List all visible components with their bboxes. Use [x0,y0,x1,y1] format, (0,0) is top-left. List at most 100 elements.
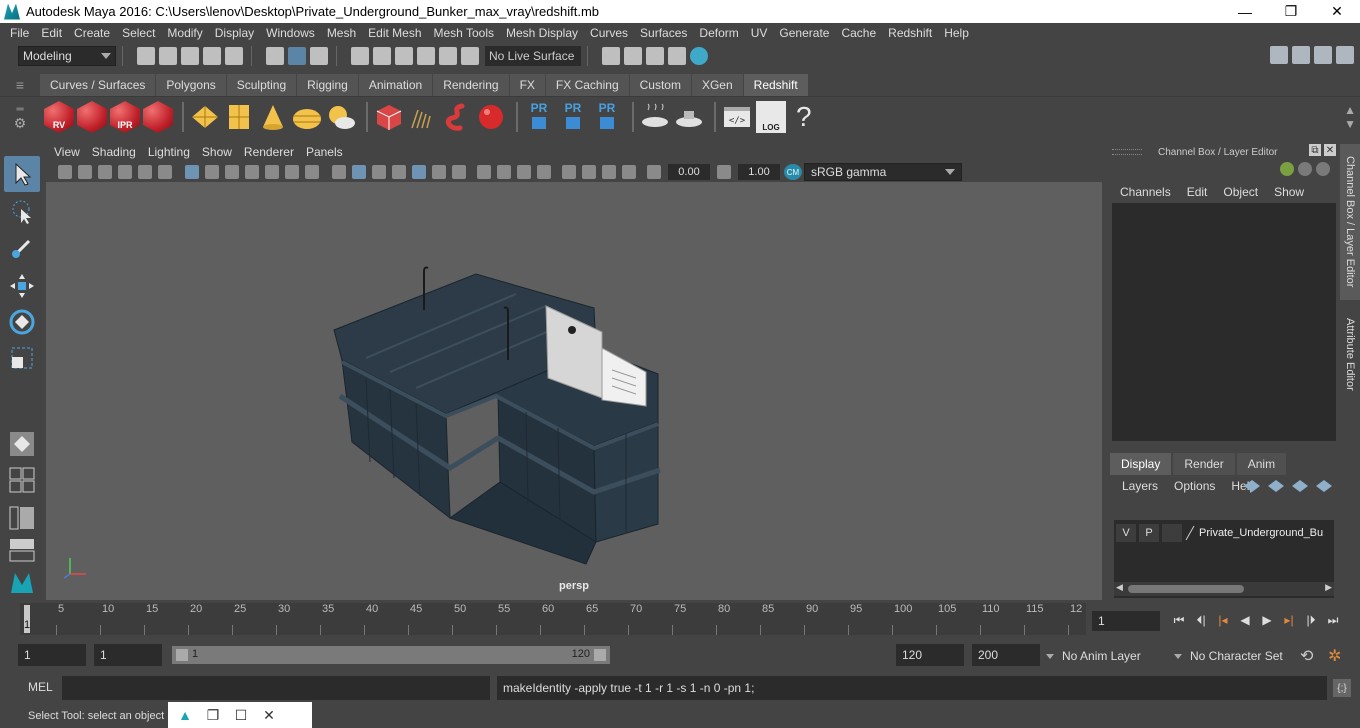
new-layer-icon[interactable] [1292,480,1308,492]
select-tool-icon[interactable] [4,156,40,192]
new-scene-icon[interactable] [137,47,155,65]
script-editor-button-icon[interactable]: {;} [1333,679,1351,697]
panel-menu-show[interactable]: Show [196,145,238,159]
panel-menu-lighting[interactable]: Lighting [142,145,196,159]
exposure-icon[interactable] [647,165,661,179]
snap-live-icon[interactable] [461,47,479,65]
range-start-handle[interactable] [176,649,188,661]
menu-help[interactable]: Help [938,26,975,40]
move-layer-down-icon[interactable] [1268,480,1284,492]
lasso-tool-icon[interactable] [4,194,40,230]
tool-settings-toggle-icon[interactable] [1314,46,1332,64]
tab-xgen[interactable]: XGen [691,74,743,96]
use-all-lights-icon[interactable] [432,165,446,179]
ipr-render-icon[interactable] [646,47,664,65]
speed-icon[interactable] [1298,162,1312,176]
view-transform-dropdown[interactable]: sRGB gamma [804,163,962,181]
ipr-render-redshift-icon[interactable]: IPR [110,101,140,133]
tab-fx[interactable]: FX [509,74,545,96]
safe-title-icon[interactable] [305,165,319,179]
proxy-cube-icon[interactable] [374,102,404,132]
menu-set-dropdown[interactable]: Modeling [18,46,116,66]
shelf-menu-icon[interactable]: ≡ [0,73,40,96]
xray-icon[interactable] [582,165,596,179]
menu-file[interactable]: File [4,26,35,40]
depth-of-field-icon[interactable] [537,165,551,179]
tab-redshift[interactable]: Redshift [743,74,808,96]
textured-icon[interactable] [412,165,426,179]
two-d-pan-icon[interactable] [138,165,152,179]
single-perspective-layout-icon[interactable] [4,426,40,462]
snap-grid-icon[interactable] [351,47,369,65]
snap-curve-icon[interactable] [373,47,391,65]
color-management-icon[interactable]: CM [784,164,802,180]
menu-cache[interactable]: Cache [835,26,882,40]
snap-point-icon[interactable] [395,47,413,65]
menu-modify[interactable]: Modify [161,26,208,40]
playback-start-field[interactable]: 1 [94,644,162,666]
menu-windows[interactable]: Windows [260,26,321,40]
tab-polygons[interactable]: Polygons [156,74,226,96]
paint-select-tool-icon[interactable] [4,230,40,266]
playback-end-field[interactable]: 120 [896,644,964,666]
pr-proxy-export-icon[interactable]: PR [524,101,554,133]
channel-box-menu-channels[interactable]: Channels [1112,185,1179,199]
open-scene-icon[interactable] [159,47,177,65]
go-to-end-icon[interactable]: ⏭ [1322,611,1344,629]
step-back-frame-icon[interactable]: ⏴| [1190,611,1212,629]
tab-custom[interactable]: Custom [629,74,691,96]
wireframe-icon[interactable] [332,165,346,179]
grid-toggle-icon[interactable] [185,165,199,179]
live-surface-field[interactable]: No Live Surface [485,46,581,66]
render-view-rv-icon[interactable]: RV [44,101,74,133]
close-button[interactable]: ✕ [1314,0,1360,23]
layer-playback-toggle[interactable]: P [1139,524,1159,542]
render-current-icon[interactable] [624,47,642,65]
persp-outliner-layout-icon[interactable] [4,502,40,534]
channel-box-menu-object[interactable]: Object [1215,185,1266,199]
spot-light-icon[interactable] [258,102,288,132]
range-end-handle[interactable] [594,649,606,661]
bunker-model[interactable] [46,182,1102,600]
attribute-editor-toggle-icon[interactable] [1292,46,1310,64]
time-slider[interactable]: 1 5 10 15 20 25 30 35 40 45 50 55 60 65 70 75 80 85 90 95 1… [20,603,1086,635]
tab-render[interactable]: Render [1173,453,1235,475]
layer-visibility-toggle[interactable]: V [1116,524,1136,542]
help-question-icon[interactable]: ? [796,101,812,133]
auto-key-icon[interactable]: ⟲ [1300,646,1313,666]
play-forwards-icon[interactable]: ▶ [1256,611,1278,629]
rotate-tool-icon[interactable] [4,304,40,340]
menu-deform[interactable]: Deform [693,26,744,40]
float-panel-icon[interactable]: ⧉ [1309,144,1321,156]
screen-space-ao-icon[interactable] [477,165,491,179]
shadows-icon[interactable] [452,165,466,179]
film-gate-icon[interactable] [205,165,219,179]
camera-select-icon[interactable] [58,165,72,179]
select-hierarchy-icon[interactable] [266,47,284,65]
tab-rigging[interactable]: Rigging [297,74,358,96]
render-clapper-icon[interactable] [77,101,107,133]
hyper-icon[interactable] [1316,162,1330,176]
motion-blur-icon[interactable] [497,165,511,179]
menu-mesh-tools[interactable]: Mesh Tools [428,26,500,40]
layer-row[interactable]: V P Private_Underground_Bu [1116,522,1332,544]
menu-display[interactable]: Display [209,26,260,40]
move-layer-up-icon[interactable] [1244,480,1260,492]
portal-light-icon[interactable] [224,102,254,132]
field-chart-icon[interactable] [265,165,279,179]
menu-edit-mesh[interactable]: Edit Mesh [362,26,427,40]
command-language-toggle[interactable]: MEL [28,680,53,694]
maximize-icon[interactable]: ☐ [230,705,252,725]
menu-create[interactable]: Create [68,26,116,40]
perspective-viewport[interactable]: persp [46,182,1102,600]
layer-menu-options[interactable]: Options [1166,479,1223,493]
menu-uv[interactable]: UV [745,26,774,40]
undo-icon[interactable] [203,47,221,65]
layer-scrollbar[interactable]: ◀ ▶ [1114,582,1334,596]
gate-mask-icon[interactable] [245,165,259,179]
safe-action-icon[interactable] [285,165,299,179]
maximize-button[interactable]: ❐ [1268,0,1314,23]
channel-box-menu-edit[interactable]: Edit [1179,185,1216,199]
character-set-dropdown[interactable]: No Character Set [1174,646,1283,666]
bookmark-icon[interactable] [98,165,112,179]
